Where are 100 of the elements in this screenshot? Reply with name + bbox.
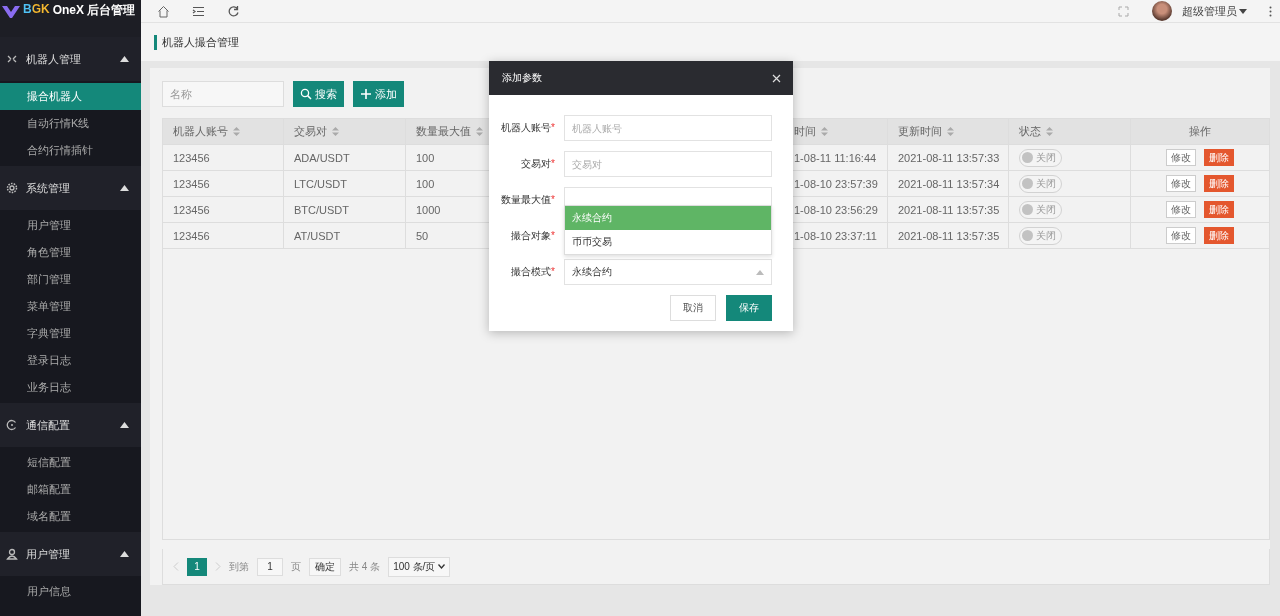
input-field[interactable]: 机器人账号 [564,115,772,141]
logo-brand: BGK [23,2,50,16]
delete-button[interactable]: 删除 [1204,149,1234,166]
edit-button[interactable]: 修改 [1166,175,1196,192]
page-input[interactable]: 1 [257,557,283,576]
sort-icon[interactable] [233,127,240,136]
home-icon[interactable] [157,4,170,18]
table-cell: 1000 [416,203,441,216]
delete-button[interactable]: 删除 [1204,175,1234,192]
search-icon [300,88,312,100]
gear-icon [6,182,18,194]
table-cell: 2021-08-11 13:57:35 [898,203,1000,216]
goto-label: 到第 [229,559,249,574]
column-header: 更新时间 [898,124,942,139]
edit-button[interactable]: 修改 [1166,227,1196,244]
page-button[interactable]: 1 [187,557,207,576]
field-label: 机器人账号* [500,121,555,135]
sidebar-group[interactable]: 通信配置 [0,403,141,447]
table-cell: 100 [416,177,435,190]
field-label: 撮合模式* [510,265,555,279]
column-header: 交易对 [294,124,327,139]
sidebar-group[interactable]: 用户管理 [0,532,141,576]
search-button[interactable]: 搜索 [293,81,344,107]
delete-button[interactable]: 删除 [1204,201,1234,218]
sidebar-item[interactable]: 业务日志 [0,374,141,401]
sort-icon[interactable] [947,127,954,136]
table-cell: 2021-08-11 13:57:33 [898,151,1000,164]
field-label: 交易对* [520,157,555,171]
sidebar-item[interactable]: 邮箱配置 [0,476,141,503]
table-cell: LTC/USDT [294,177,347,190]
caret-icon [756,269,764,275]
dropdown-option[interactable]: 币币交易 [565,230,771,254]
sidebar-group[interactable]: 系统管理 [0,166,141,210]
sidebar-group[interactable]: 机器人管理 [0,37,141,81]
menu-icon[interactable] [192,4,205,18]
caret-icon [120,56,129,62]
table-cell: 1-08-11 11:16:44 [794,151,877,164]
table-cell: 50 [416,229,429,242]
select-field[interactable]: 永续合约 [564,259,772,285]
sidebar-item[interactable]: 字典管理 [0,320,141,347]
field-label: 撮合对象* [510,229,555,243]
edit-button[interactable]: 修改 [1166,201,1196,218]
input-field[interactable]: 交易对 [564,151,772,177]
sidebar-item[interactable]: 合约行情插针 [0,137,141,164]
sidebar-item[interactable]: 用户管理 [0,212,141,239]
logo-icon [2,4,20,18]
table-cell: 1-08-10 23:56:29 [794,203,878,216]
table-cell: 1-08-10 23:57:39 [794,177,878,190]
column-header: 时间 [794,124,816,139]
sort-icon[interactable] [332,127,339,136]
user-menu[interactable]: 超级管理员 [1182,3,1247,19]
sidebar-item[interactable]: 部门管理 [0,266,141,293]
caret-icon [120,185,129,191]
column-header: 机器人账号 [173,124,228,139]
sort-icon[interactable] [476,127,483,136]
table-cell: 123456 [173,229,210,242]
table-cell: 123456 [173,151,210,164]
plus-icon [360,88,372,100]
sort-icon[interactable] [821,127,828,136]
more-icon[interactable] [1269,5,1272,17]
sidebar-item[interactable]: 域名配置 [0,503,141,530]
dialog-title: 添加参数 [502,71,542,85]
sort-icon[interactable] [1046,127,1053,136]
app-title: OneX 后台管理 [52,2,136,19]
column-header: 数量最大值 [416,124,471,139]
table-cell: 100 [416,151,435,164]
cancel-button[interactable]: 取消 [670,295,716,321]
table-cell: AT/USDT [294,229,341,242]
chevron-down-icon [438,564,446,570]
sidebar-item[interactable]: 角色管理 [0,239,141,266]
search-field[interactable]: 名称 [162,81,284,107]
sidebar-item[interactable]: 菜单管理 [0,293,141,320]
save-button[interactable]: 保存 [726,295,772,321]
caret-icon [1239,8,1247,14]
fullscreen-icon[interactable] [1117,4,1130,18]
avatar[interactable] [1152,1,1172,21]
sidebar-item[interactable]: 自动行情K线 [0,110,141,137]
delete-button[interactable]: 删除 [1204,227,1234,244]
field-label: 数量最大值* [500,193,555,207]
sidebar-item[interactable]: 登录日志 [0,347,141,374]
edit-button[interactable]: 修改 [1166,149,1196,166]
user-icon [6,548,18,560]
column-header: 操作 [1189,124,1211,139]
caret-icon [120,422,129,428]
add-button[interactable]: 添加 [353,81,404,107]
column-header: 状态 [1019,124,1041,139]
sidebar-item[interactable]: 用户信息 [0,578,141,605]
table-cell: 2021-08-11 13:57:34 [898,177,1000,190]
caret-icon [120,551,129,557]
page-size-select[interactable]: 100 条/页 [388,556,451,577]
table-cell: 1-08-10 23:37:11 [794,229,877,242]
total-count: 共 4 条 [349,559,381,574]
table-cell: 123456 [173,177,210,190]
close-icon[interactable] [772,73,781,83]
refresh-icon[interactable] [227,4,240,18]
confirm-button[interactable]: 确定 [309,557,341,576]
page-title: 机器人撮合管理 [154,34,239,50]
sidebar-item[interactable]: 短信配置 [0,449,141,476]
sidebar-item[interactable]: 撮合机器人 [0,83,141,110]
table-cell: ADA/USDT [294,151,350,164]
